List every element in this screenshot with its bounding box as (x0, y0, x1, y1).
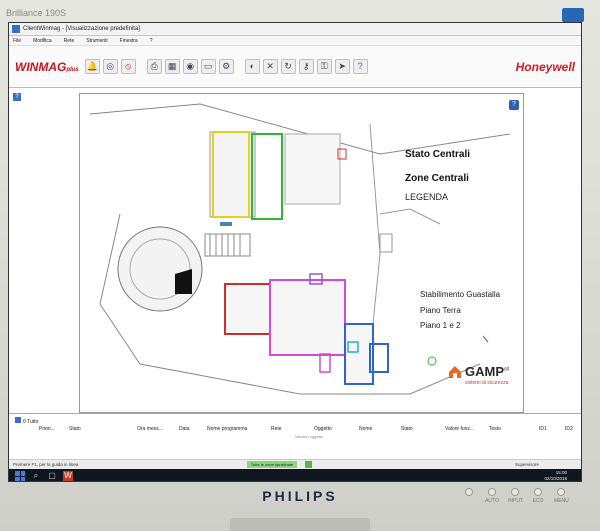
col-state-2[interactable]: Stato (401, 426, 413, 432)
lock-icon[interactable]: ⚿ (316, 59, 332, 74)
status-ok-indicator (305, 461, 312, 468)
col-function-value[interactable]: Valore funz... (445, 426, 474, 432)
arrow-icon[interactable]: ➤ (334, 59, 350, 74)
settings-icon[interactable]: ⚙ (218, 59, 234, 74)
col-state[interactable]: Stato (69, 426, 81, 432)
col-id1[interactable]: ID1 (539, 426, 547, 432)
gamp-tagline: sistemi di sicurezza (465, 380, 509, 386)
camera-icon[interactable]: ◉ (182, 59, 198, 74)
menu-help[interactable]: ? (150, 38, 153, 44)
tab-all[interactable]: 0 Tutto (15, 417, 38, 425)
col-program-name[interactable]: Nome programma (207, 426, 247, 432)
map-help-icon[interactable]: ? (509, 100, 519, 110)
col-priority[interactable]: Priori... (39, 426, 55, 432)
refresh-icon[interactable]: ↻ (280, 59, 296, 74)
winmag-taskbar-icon[interactable]: W (63, 471, 73, 481)
monitor-model-label: Brilliance 190S (6, 8, 67, 18)
col-object[interactable]: Oggetto (314, 426, 332, 432)
screen: ClientWinmag - [Visualizzazione predefin… (8, 22, 582, 482)
legend-title: Stato Centrali (405, 149, 471, 160)
menu-rete[interactable]: Rete (64, 38, 75, 44)
gauge-icon[interactable]: ◐ (244, 59, 260, 74)
monitor-controls: AUTO INPUT ECO MENU (462, 488, 569, 504)
printer-icon[interactable]: ⎙ (146, 59, 162, 74)
window-title: ClientWinmag - [Visualizzazione predefin… (23, 26, 140, 32)
gamp-logo: GAMPsrl (448, 364, 509, 379)
system-clock[interactable]: 15:00 02/10/2018 (544, 470, 567, 481)
status-user: Supervisore (514, 462, 539, 467)
pin-icon[interactable]: ? (13, 93, 21, 101)
task-view-icon[interactable]: ▢ (47, 471, 57, 481)
taskbar: ⌕ ▢ W 15:00 02/10/2018 (9, 469, 581, 481)
monitor-button-auto[interactable]: AUTO (485, 488, 499, 504)
status-bar: Premere F1, per la guida in linea Tutte … (9, 459, 581, 469)
map-icon[interactable]: ▦ (164, 59, 180, 74)
house-icon (449, 365, 461, 378)
search-icon[interactable]: ⌕ (31, 471, 41, 481)
col-time[interactable]: Ora mess... (137, 426, 163, 432)
col-date[interactable]: Data (179, 426, 190, 432)
empty-message: Nessun oggetto (295, 434, 324, 439)
col-id2[interactable]: ID2 (565, 426, 573, 432)
col-text[interactable]: Testo (489, 426, 501, 432)
monitor-button-eco[interactable]: ECO (531, 488, 545, 504)
legend-subtitle: Zone Centrali (405, 173, 469, 184)
toolbar: WINMAGplus 🔔 ◎ ⦸ ⎙ ▦ ◉ ▭ ⚙ ◐ ✕ ↻ ⚷ ⚿ ➤ ?… (9, 46, 581, 88)
monitor-icon[interactable]: ▭ (200, 59, 216, 74)
monitor-stand (230, 518, 370, 531)
honeywell-logo: Honeywell (515, 59, 575, 74)
menu-strumenti[interactable]: Strumenti (86, 38, 107, 44)
radar-icon[interactable]: ◎ (102, 59, 118, 74)
windows-start-icon[interactable] (15, 471, 25, 481)
col-name[interactable]: Nome (359, 426, 372, 432)
monitor-button-power[interactable] (462, 488, 476, 504)
event-list: 0 Tutto Priori... Stato Ora mess... Data… (9, 413, 581, 459)
floor-ground-link[interactable]: Piano Terra (420, 306, 461, 315)
status-help-text: Premere F1, per la guida in linea (13, 462, 79, 467)
legend-label[interactable]: LEGENDA (405, 192, 448, 202)
monitor-button-input[interactable]: INPUT (508, 488, 523, 504)
floor-upper-link[interactable]: Piano 1 e 2 (420, 321, 460, 330)
alarm-bell-icon[interactable]: 🔔 (84, 59, 100, 74)
site-map-panel[interactable]: ? Stato Centrali Zone Centrali LEGENDA S… (79, 93, 524, 413)
app-icon (12, 25, 20, 33)
gamp-brand: GAMPsrl (465, 364, 510, 379)
monitor-bezel: Brilliance 190S ClientWinmag - [Visualiz… (0, 0, 600, 531)
sticker (562, 8, 584, 22)
key-icon[interactable]: ⚷ (298, 59, 314, 74)
site-name[interactable]: Stabilimento Guastalla (420, 290, 500, 299)
menu-bar: File Modifica Rete Strumenti Finestra ? (9, 36, 581, 46)
help-icon[interactable]: ? (352, 59, 368, 74)
monitor-button-menu[interactable]: MENU (554, 488, 569, 504)
menu-finestra[interactable]: Finestra (120, 38, 138, 44)
window-titlebar: ClientWinmag - [Visualizzazione predefin… (9, 23, 581, 36)
status-zones: Tutte le zone ripristinate (247, 461, 297, 468)
no-entry-icon[interactable]: ⦸ (120, 59, 136, 74)
menu-modifica[interactable]: Modifica (33, 38, 52, 44)
settings-tools-icon[interactable]: ✕ (262, 59, 278, 74)
col-network[interactable]: Rete (271, 426, 282, 432)
winmag-logo: WINMAGplus (15, 59, 79, 74)
menu-file[interactable]: File (13, 38, 21, 44)
